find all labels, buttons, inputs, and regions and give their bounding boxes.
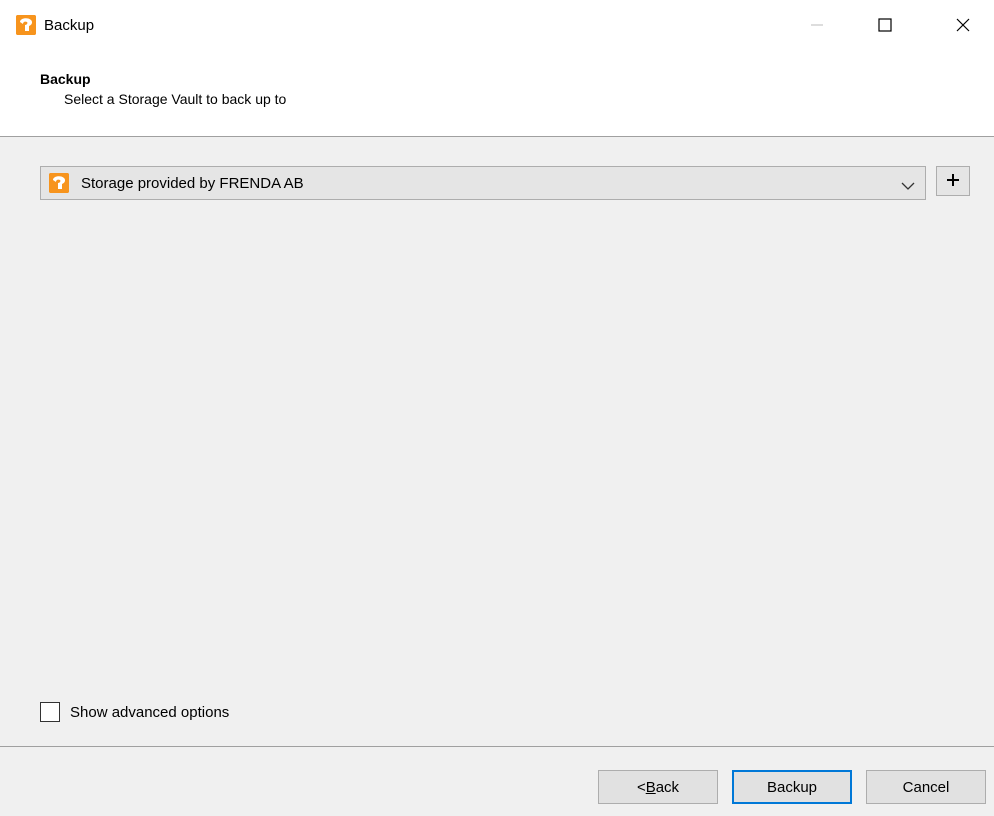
storage-vault-selected: Storage provided by FRENDA AB [81, 175, 304, 192]
page-subtitle: Select a Storage Vault to back up to [64, 91, 287, 107]
cancel-button[interactable]: Cancel [866, 770, 986, 804]
back-button-prefix: < [636, 778, 646, 796]
close-button[interactable] [940, 0, 986, 52]
title-bar: Backup [0, 0, 994, 57]
backup-button-label: Backup [766, 778, 818, 796]
minimize-button[interactable] [794, 0, 840, 52]
window-title: Backup [44, 17, 95, 34]
minimize-icon [811, 18, 823, 34]
page-title: Backup [40, 71, 91, 87]
wizard-header: Backup Select a Storage Vault to back up… [0, 57, 994, 137]
maximize-button[interactable] [862, 0, 908, 52]
maximize-icon [878, 17, 892, 35]
add-storage-vault-button[interactable] [936, 166, 970, 196]
cancel-button-label: Cancel [902, 778, 950, 796]
footer-divider [0, 746, 994, 747]
storage-vault-dropdown[interactable]: Storage provided by FRENDA AB [40, 166, 926, 200]
show-advanced-label[interactable]: Show advanced options [70, 703, 229, 722]
chevron-down-icon [901, 178, 915, 194]
show-advanced-checkbox[interactable] [40, 702, 60, 722]
close-icon [955, 17, 971, 36]
back-button-mnemonic: B [645, 778, 656, 796]
backup-button[interactable]: Backup [732, 770, 852, 804]
back-button[interactable]: < Back [598, 770, 718, 804]
back-button-suffix: ack [655, 778, 680, 796]
plus-icon [946, 173, 960, 190]
app-logo-icon [16, 15, 36, 35]
storage-vault-icon [49, 173, 69, 193]
